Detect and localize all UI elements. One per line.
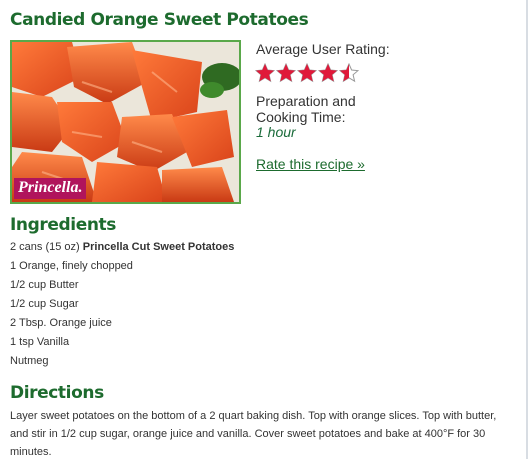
star-icon (276, 63, 296, 83)
ingredients-list: 2 cans (15 oz) Princella Cut Sweet Potat… (10, 240, 234, 373)
ingredient-item: 2 cans (15 oz) Princella Cut Sweet Potat… (10, 241, 235, 253)
rating-stars (255, 63, 359, 83)
star-icon (318, 63, 338, 83)
rating-label: Average User Rating: (256, 41, 390, 57)
directions-text: Layer sweet potatoes on the bottom of a … (10, 410, 497, 458)
ingredient-item: 1 tsp Vanilla (10, 336, 70, 348)
ingredient-item: 2 Tbsp. Orange juice (10, 317, 112, 329)
recipe-title: Candied Orange Sweet Potatoes (10, 10, 309, 30)
recipe-photo: Princella. (10, 40, 241, 204)
ingredient-item: Nutmeg (10, 355, 49, 367)
brand-logo: Princella. (14, 178, 87, 199)
rate-recipe-link[interactable]: Rate this recipe » (256, 156, 365, 172)
ingredient-item: 1/2 cup Sugar (10, 298, 79, 310)
directions-heading: Directions (10, 383, 104, 403)
ingredients-heading: Ingredients (10, 215, 116, 235)
star-icon (255, 63, 275, 83)
prep-time-label: Preparation and Cooking Time: (256, 93, 356, 125)
star-icon (297, 63, 317, 83)
half-star-icon (339, 63, 359, 83)
ingredient-item: 1 Orange, finely chopped (10, 260, 133, 272)
ingredient-item: 1/2 cup Butter (10, 279, 79, 291)
prep-time-value: 1 hour (256, 124, 296, 140)
